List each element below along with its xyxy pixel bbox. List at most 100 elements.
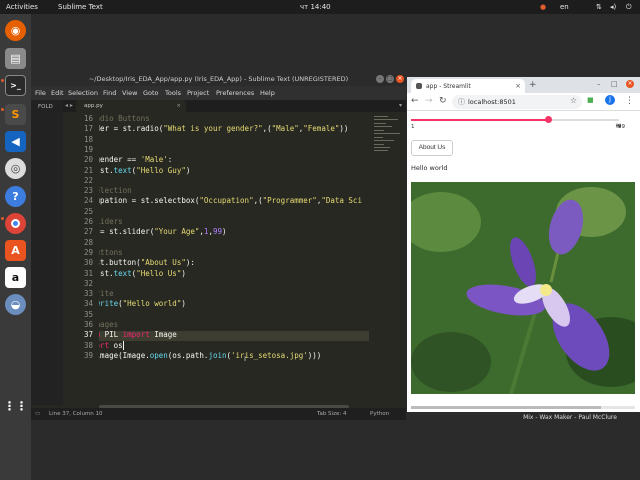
maximize-icon[interactable]: □ (386, 75, 394, 83)
mouse-cursor-icon: I (244, 355, 247, 363)
age-slider[interactable] (411, 116, 619, 123)
age-slider-fill (411, 119, 549, 121)
line-number: 39 (83, 350, 93, 360)
power-icon[interactable]: ⏻ (626, 3, 632, 12)
about-us-button[interactable]: About Us (411, 140, 453, 156)
disks-icon[interactable]: ◒ (5, 294, 26, 315)
status-tab-size[interactable]: Tab Size: 4 (317, 411, 346, 417)
line-number: 37 (83, 330, 93, 340)
menu-project[interactable]: Project (187, 89, 209, 97)
vscode-icon[interactable]: ◀ (5, 131, 26, 152)
back-icon[interactable]: ← (411, 96, 419, 106)
tab-close-icon[interactable]: × (176, 103, 181, 109)
menu-tools[interactable]: Tools (165, 89, 181, 97)
sublime-icon[interactable]: S (5, 104, 26, 125)
close-icon[interactable]: × (396, 75, 404, 83)
code-editor[interactable]: # Radio Buttons gender = st.radio("What … (99, 112, 369, 405)
maximize-icon[interactable]: □ (611, 80, 618, 88)
tab-streamlit-app[interactable]: app - Streamlit × (411, 79, 525, 93)
streamlit-page: 1 99 ≡ About Us Hello world (407, 112, 640, 412)
tab-nav-icon[interactable]: ◂ ▸ (65, 102, 73, 109)
forward-icon[interactable]: → (425, 96, 433, 106)
software-icon[interactable]: A (5, 240, 26, 261)
sublime-sidebar[interactable]: FOLD (31, 100, 63, 405)
background-window-title: Mix - Wax Maker - Paul McClure (523, 414, 617, 421)
extension-icon[interactable]: ■ (587, 96, 594, 104)
line-number: 32 (83, 278, 93, 288)
app-grid-icon[interactable]: ⋮⋮ (4, 395, 28, 416)
line-number: 26 (83, 217, 93, 226)
amazon-icon[interactable]: a (5, 267, 26, 288)
top-bar: Activities Sublime Text чт 14:40 ● en ⇅ … (0, 0, 640, 14)
minimize-icon[interactable]: – (376, 75, 384, 83)
active-app-menu[interactable]: Sublime Text (58, 3, 103, 11)
tab-title: app - Streamlit (426, 83, 471, 90)
profile-avatar-icon[interactable]: J (605, 95, 615, 105)
line-number: 35 (83, 309, 93, 319)
sublime-tab-bar: ◂ ▸ app.py × ▾ (63, 100, 406, 112)
line-number: 16 (83, 114, 93, 123)
line-number: 33 (83, 289, 93, 299)
new-tab-icon[interactable]: + (529, 80, 537, 90)
record-icon[interactable]: ● (540, 3, 546, 11)
status-panel-icon[interactable]: ▭ (35, 411, 40, 417)
tab-app-py[interactable]: app.py × (76, 100, 186, 112)
tab-label: app.py (84, 103, 103, 109)
line-number: 21 (83, 165, 93, 175)
menu-edit[interactable]: Edit (51, 89, 64, 97)
chrome-icon[interactable] (5, 213, 26, 234)
info-icon[interactable]: ⓘ (458, 97, 465, 107)
minimap[interactable] (371, 112, 404, 405)
line-number: 23 (83, 186, 93, 196)
disk-icon[interactable]: ◎ (5, 158, 26, 179)
sublime-title-bar: ~/Desktop/Iris_EDA_App/app.py (Iris_EDA_… (31, 72, 406, 86)
url-text: localhost:8501 (468, 98, 516, 106)
line-number: 17 (83, 124, 93, 134)
line-number: 18 (83, 134, 93, 144)
terminal-icon[interactable]: >_ (5, 75, 26, 96)
status-bar: ▭ Line 37, Column 10 Tab Size: 4 Python (31, 408, 406, 420)
tab-list-icon[interactable]: ▾ (399, 102, 402, 109)
tab-close-icon[interactable]: × (515, 82, 521, 90)
line-number: 22 (83, 175, 93, 185)
firefox-icon[interactable]: ◉ (5, 20, 26, 41)
line-number: 29 (83, 247, 93, 257)
hamburger-menu-icon[interactable]: ≡ (615, 121, 622, 130)
menu-find[interactable]: Find (103, 89, 116, 97)
files-icon[interactable]: ▤ (5, 48, 26, 69)
status-syntax[interactable]: Python (370, 411, 389, 417)
bookmark-star-icon[interactable]: ☆ (570, 96, 577, 105)
menu-goto[interactable]: Goto (143, 89, 159, 97)
menu-view[interactable]: View (122, 89, 137, 97)
address-bar[interactable]: ⓘ localhost:8501 ☆ (452, 95, 582, 109)
line-number: 25 (83, 206, 93, 216)
age-slider-thumb[interactable] (545, 116, 553, 123)
chrome-tab-bar: app - Streamlit × + – □ × (407, 77, 640, 93)
horizontal-scrollbar[interactable] (411, 406, 635, 409)
sidebar-folders-label: FOLD (38, 104, 53, 110)
language-indicator[interactable]: en (560, 3, 569, 11)
chrome-toolbar: ← → ↻ ⓘ localhost:8501 ☆ ■ J ⋮ (407, 93, 640, 111)
chrome-window: app - Streamlit × + – □ × ← → ↻ ⓘ localh… (407, 77, 640, 412)
line-number: 24 (83, 196, 93, 206)
network-icon[interactable]: ⇅ (596, 3, 602, 11)
status-position: Line 37, Column 10 (49, 411, 103, 417)
menu-help[interactable]: Help (260, 89, 275, 97)
clock[interactable]: чт 14:40 (300, 3, 331, 11)
sublime-window: ~/Desktop/Iris_EDA_App/app.py (Iris_EDA_… (31, 72, 406, 420)
menu-file[interactable]: File (35, 89, 46, 97)
menu-preferences[interactable]: Preferences (216, 89, 254, 97)
line-gutter: 16 17 18 19 20 21 22 23 24 25 26 27 28 29 30 31 32 33 34 35… (63, 112, 99, 405)
help-icon[interactable]: ? (5, 186, 26, 207)
line-number: 30 (83, 258, 93, 268)
chrome-menu-icon[interactable]: ⋮ (625, 96, 634, 106)
menu-selection[interactable]: Selection (68, 89, 98, 97)
reload-icon[interactable]: ↻ (439, 96, 447, 106)
close-icon[interactable]: × (626, 80, 634, 88)
volume-icon[interactable]: ◂) (610, 3, 616, 11)
streamlit-favicon-icon (416, 83, 422, 89)
minimize-icon[interactable]: – (597, 80, 601, 88)
line-number: 19 (83, 144, 93, 154)
line-number: 38 (83, 340, 93, 350)
activities-button[interactable]: Activities (6, 3, 38, 11)
